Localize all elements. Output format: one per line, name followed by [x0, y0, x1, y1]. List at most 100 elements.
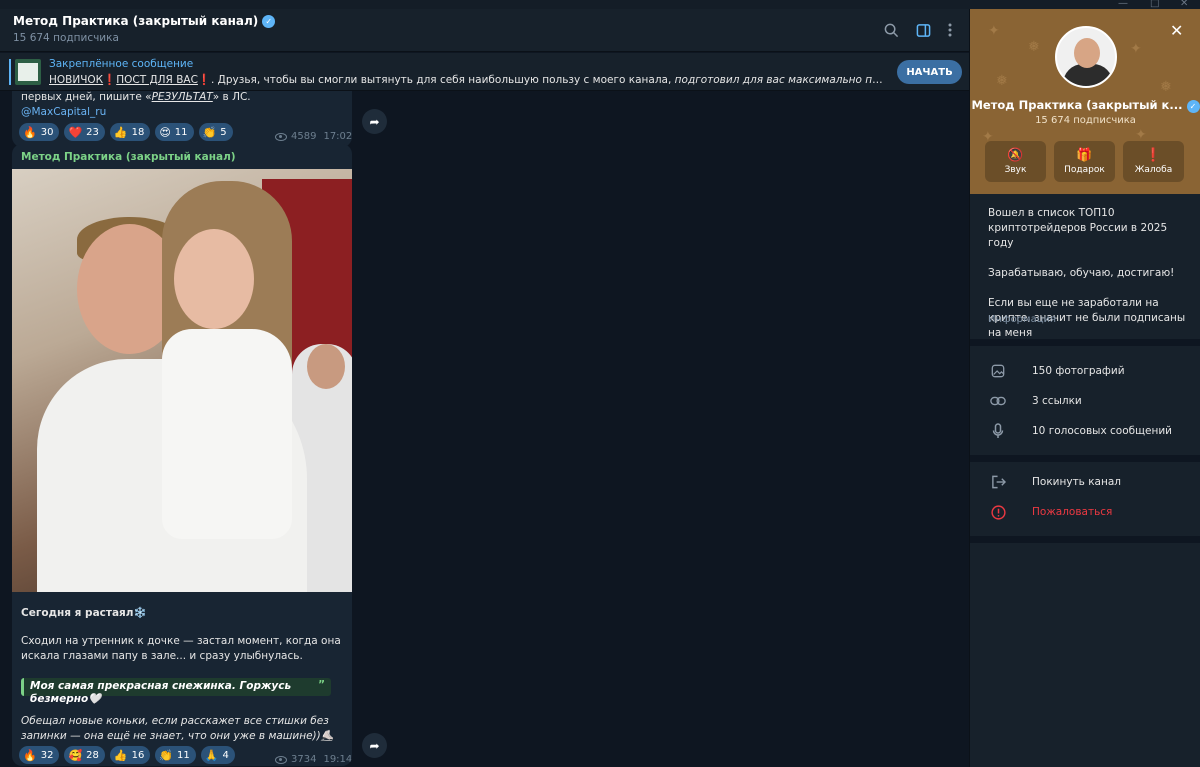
chat-area: Метод Практика (закрытый канал) ✓ 15 674… [0, 9, 969, 767]
reaction-emoji-icon: 🥰 [68, 748, 83, 762]
close-panel-icon[interactable]: ✕ [1170, 21, 1183, 40]
pinned-thumbnail [15, 59, 41, 85]
photo-icon [990, 363, 1006, 379]
window-titlebar: — □ ✕ [0, 0, 1200, 9]
report-channel-row[interactable]: Пожаловаться [970, 501, 1200, 523]
more-menu-icon[interactable] [941, 21, 959, 39]
forward-icon[interactable]: ➦ [362, 109, 387, 134]
pattern-icon: ❅ [996, 73, 1008, 89]
reaction-pill[interactable]: 😍 11 [155, 123, 194, 141]
media-photos-row[interactable]: 150 фотографий [970, 360, 1200, 382]
leave-channel-label: Покинуть канал [1032, 476, 1121, 488]
mute-icon: 🔕 [1007, 147, 1024, 163]
chat-title[interactable]: Метод Практика (закрытый канал) ✓ [13, 14, 276, 28]
chat-title-text: Метод Практика (закрытый канал) [13, 14, 259, 28]
message-bubble-2[interactable]: Метод Практика (закрытый канал) Сегодня … [12, 144, 352, 766]
reaction-count: 5 [220, 126, 227, 138]
close-window-icon[interactable]: ✕ [1180, 0, 1188, 9]
gift-button[interactable]: 🎁 Подарок [1054, 141, 1115, 182]
description-line: Вошел в список ТОП10 криптотрейдеров Рос… [988, 207, 1168, 249]
message-time: 19:14 [323, 754, 352, 765]
exclamation-icon: ❗ [103, 74, 117, 86]
reaction-pill[interactable]: 👍 18 [109, 123, 151, 141]
reaction-emoji-icon: 🔥 [23, 125, 37, 139]
forward-icon[interactable]: ➦ [362, 733, 387, 758]
message-bubble-1[interactable]: первых дней, пишите «РЕЗУЛЬТАТ» в ЛС. @M… [12, 91, 352, 147]
channel-avatar[interactable] [1055, 26, 1117, 88]
reaction-pill[interactable]: 👏 11 [155, 746, 196, 764]
panel-banner: ✦ ❅ ✦ ❅ ❅ ✦ ✦ ✕ Метод Практика (закрытый… [970, 9, 1200, 194]
channel-mention-link[interactable]: @MaxCapital_ru [21, 106, 106, 118]
mute-button[interactable]: 🔕 Звук [985, 141, 1046, 182]
reaction-count: 11 [174, 126, 188, 138]
message-author[interactable]: Метод Практика (закрытый канал) [21, 151, 236, 163]
message-quote: Моя самая прекрасная снежинка. Горжусь б… [21, 678, 331, 705]
reaction-pill[interactable]: 👏 5 [198, 123, 233, 141]
reaction-count: 32 [40, 749, 54, 761]
reaction-pill[interactable]: 🔥 30 [19, 123, 60, 141]
views-count: 4589 [291, 131, 317, 142]
description-line: Зарабатываю, обучаю, достигаю! [988, 267, 1175, 279]
warning-icon [990, 504, 1006, 520]
media-links-row[interactable]: 3 ссылки [970, 390, 1200, 412]
chat-header[interactable]: Метод Практика (закрытый канал) ✓ 15 674… [0, 9, 969, 52]
start-button[interactable]: НАЧАТЬ [897, 60, 962, 84]
leave-channel-row[interactable]: Покинуть канал [970, 471, 1200, 493]
views-icon [275, 132, 287, 141]
pattern-icon: ✦ [1130, 41, 1142, 57]
media-voice-label: 10 голосовых сообщений [1032, 425, 1172, 437]
message-2-meta: 3734 19:14 [275, 754, 352, 765]
report-button[interactable]: ❗ Жалоба [1123, 141, 1184, 182]
pinned-label: Закреплённое сообщение [49, 58, 194, 70]
views-count: 3734 [291, 754, 317, 765]
reaction-emoji-icon: 👍 [113, 748, 128, 762]
photo-girl-face [174, 229, 254, 329]
text-fragment-italic: РЕЗУЛЬТАТ [151, 91, 213, 103]
reaction-pill[interactable]: 🥰 28 [64, 746, 105, 764]
media-photos-label: 150 фотографий [1032, 365, 1125, 377]
panel-subscribers: 15 674 подписчика [1035, 115, 1136, 126]
reaction-count: 28 [86, 749, 99, 761]
quote-text: Моя самая прекрасная снежинка. Горжусь б… [30, 680, 292, 705]
reaction-emoji-icon: 🙏 [204, 748, 219, 762]
leave-icon [990, 474, 1006, 490]
pinned-post: ПОСТ ДЛЯ ВАС [116, 74, 198, 86]
reaction-count: 11 [177, 749, 190, 761]
report-button-label: Жалоба [1134, 164, 1173, 175]
channel-info-panel: ✦ ❅ ✦ ❅ ❅ ✦ ✦ ✕ Метод Практика (закрытый… [969, 9, 1200, 767]
photo-background-head [307, 344, 345, 389]
reaction-emoji-icon: 👏 [159, 748, 174, 762]
pinned-body: . Друзья, чтобы вы смогли вытянуть для с… [211, 74, 675, 86]
pinned-message-bar[interactable]: Закреплённое сообщение НОВИЧОК❗ПОСТ ДЛЯ … [0, 53, 969, 91]
message-1-reactions: 🔥 30 ❤️ 23 👍 18 😍 11 👏 5 [19, 123, 233, 141]
media-voice-row[interactable]: 10 голосовых сообщений [970, 420, 1200, 442]
pinned-indicator [9, 59, 11, 85]
message-title: Сегодня я растаял❄️ [21, 607, 147, 619]
reaction-emoji-icon: ❤️ [68, 125, 83, 139]
maximize-icon[interactable]: □ [1150, 0, 1159, 9]
reaction-count: 16 [131, 749, 145, 761]
gift-icon: 🎁 [1076, 147, 1093, 163]
section-divider [970, 339, 1200, 346]
message-time: 17:02 [323, 131, 352, 142]
reaction-pill[interactable]: 👍 16 [109, 746, 151, 764]
reaction-pill[interactable]: 🙏 4 [200, 746, 235, 764]
media-links-label: 3 ссылки [1032, 395, 1082, 407]
info-label: Информация [988, 314, 1057, 325]
reaction-pill[interactable]: 🔥 32 [19, 746, 60, 764]
minimize-icon[interactable]: — [1118, 0, 1128, 9]
mute-button-label: Звук [1004, 164, 1027, 175]
message-body: Сходил на утренник к дочке — застал моме… [21, 635, 341, 662]
verified-icon: ✓ [262, 14, 276, 28]
gift-button-label: Подарок [1064, 164, 1105, 175]
reaction-pill[interactable]: ❤️ 23 [64, 123, 105, 141]
pattern-icon: ❅ [1160, 79, 1172, 95]
reaction-count: 4 [222, 749, 229, 761]
message-photo[interactable] [12, 169, 352, 592]
pinned-text: НОВИЧОК❗ПОСТ ДЛЯ ВАС❗. Друзья, чтобы вы … [49, 73, 889, 86]
panel-name-text: Метод Практика (закрытый к... [971, 98, 1183, 112]
reaction-emoji-icon: 👏 [202, 125, 217, 139]
reaction-emoji-icon: 👍 [113, 125, 128, 139]
search-icon[interactable] [882, 21, 900, 39]
sidebar-toggle-icon[interactable] [914, 21, 932, 39]
